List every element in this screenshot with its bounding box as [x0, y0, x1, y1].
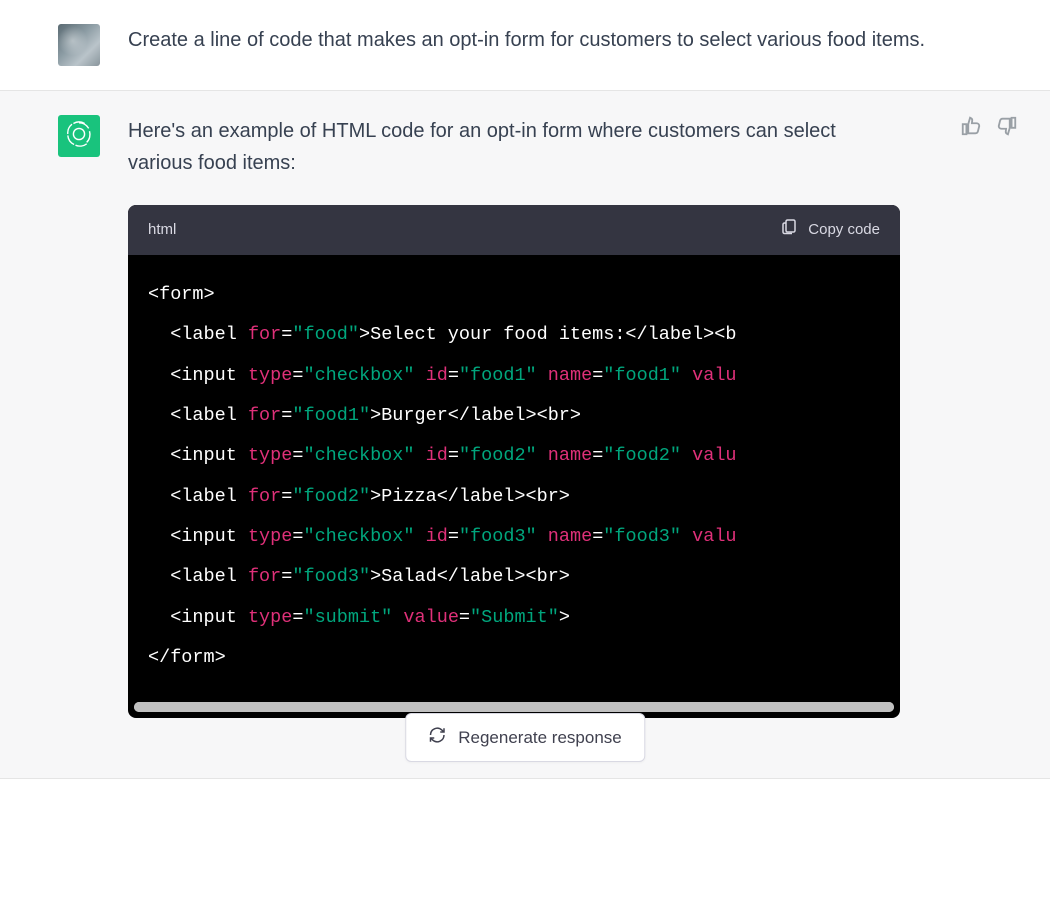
code-token: <label: [170, 405, 237, 426]
code-token: <input: [170, 445, 237, 466]
code-token: <input: [170, 365, 237, 386]
scrollbar-thumb[interactable]: [134, 702, 894, 712]
code-token: "food3": [459, 526, 537, 547]
code-token: "checkbox": [303, 526, 414, 547]
code-token: <label: [170, 486, 237, 507]
openai-logo-icon: [65, 120, 93, 153]
code-token: type: [248, 526, 292, 547]
code-language-label: html: [148, 218, 176, 242]
copy-code-label: Copy code: [808, 218, 880, 242]
code-token: id: [426, 365, 448, 386]
code-token: <label: [170, 566, 237, 587]
code-token: "checkbox": [303, 445, 414, 466]
code-token: valu: [692, 445, 736, 466]
thumbs-up-icon[interactable]: [960, 115, 982, 142]
code-token: valu: [692, 365, 736, 386]
code-token: "food2": [603, 445, 681, 466]
code-token: name: [548, 445, 592, 466]
assistant-message: Here's an example of HTML code for an op…: [0, 91, 1050, 779]
refresh-icon: [428, 726, 446, 749]
code-token: for: [248, 405, 281, 426]
code-token: "food1": [603, 365, 681, 386]
code-token: type: [248, 445, 292, 466]
code-token: id: [426, 526, 448, 547]
code-block-header: html Copy code: [128, 205, 900, 255]
code-token: >: [559, 607, 570, 628]
feedback-controls: [960, 115, 1018, 142]
code-token: "food1": [459, 365, 537, 386]
code-token: id: [426, 445, 448, 466]
code-token: "food1": [292, 405, 370, 426]
code-token: type: [248, 607, 292, 628]
regenerate-response-button[interactable]: Regenerate response: [405, 713, 645, 762]
code-token: "food2": [292, 486, 370, 507]
regenerate-response-label: Regenerate response: [458, 728, 622, 748]
code-token: >Select your food items:</label><b: [359, 324, 736, 345]
code-token: name: [548, 526, 592, 547]
code-token: "Submit": [470, 607, 559, 628]
code-token: "checkbox": [303, 365, 414, 386]
code-token: <input: [170, 526, 237, 547]
code-horizontal-scrollbar[interactable]: [134, 702, 894, 712]
code-token: value: [403, 607, 459, 628]
clipboard-icon: [780, 217, 798, 243]
code-token: "food": [292, 324, 359, 345]
code-token: <form>: [148, 284, 215, 305]
code-token: for: [248, 566, 281, 587]
code-token: "submit": [303, 607, 392, 628]
code-token: name: [548, 365, 592, 386]
code-token: valu: [692, 526, 736, 547]
code-token: >Burger</label><br>: [370, 405, 581, 426]
code-token: <input: [170, 607, 237, 628]
assistant-avatar: [58, 115, 100, 157]
code-token: "food2": [459, 445, 537, 466]
code-token: type: [248, 365, 292, 386]
code-token: for: [248, 486, 281, 507]
thumbs-down-icon[interactable]: [996, 115, 1018, 142]
code-token: </form>: [148, 647, 226, 668]
user-prompt-text: Create a line of code that makes an opt-…: [128, 24, 990, 66]
code-token: "food3": [292, 566, 370, 587]
code-content[interactable]: <form> <label for="food">Select your foo…: [128, 255, 900, 702]
code-token: >Salad</label><br>: [370, 566, 570, 587]
user-avatar: [58, 24, 100, 66]
code-token: >Pizza</label><br>: [370, 486, 570, 507]
code-block: html Copy code <form> <label for="food">…: [128, 205, 900, 718]
user-message: Create a line of code that makes an opt-…: [0, 0, 1050, 91]
code-token: "food3": [603, 526, 681, 547]
copy-code-button[interactable]: Copy code: [780, 217, 880, 243]
code-token: <label: [170, 324, 237, 345]
assistant-intro-text: Here's an example of HTML code for an op…: [128, 115, 900, 179]
code-token: for: [248, 324, 281, 345]
